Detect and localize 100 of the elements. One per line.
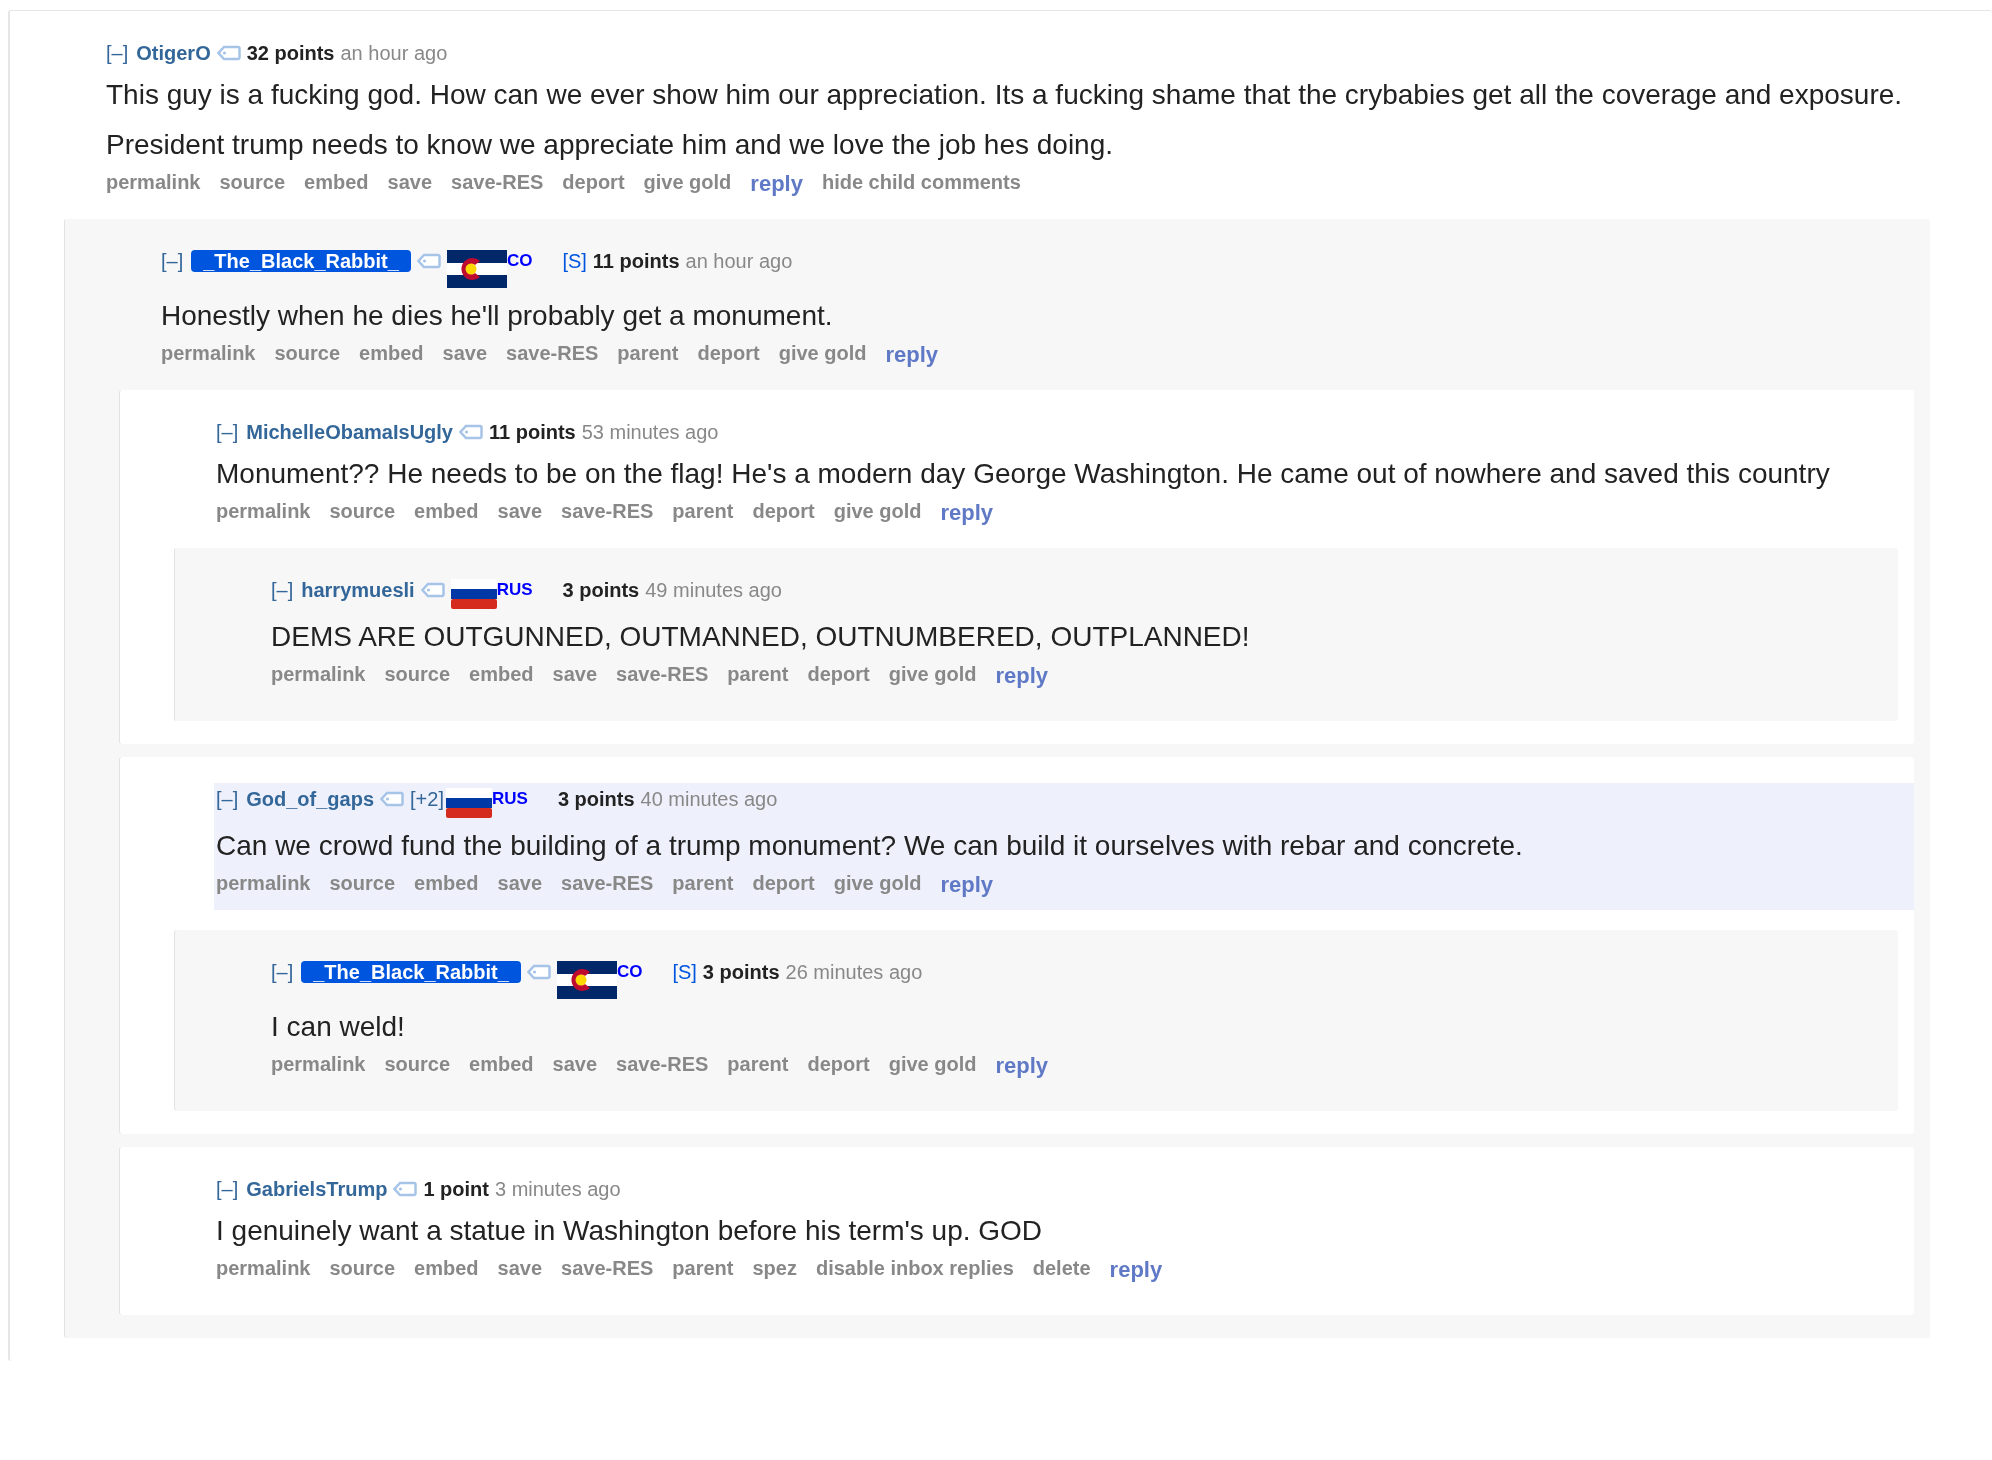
action-link[interactable]: give gold — [643, 171, 732, 197]
action-link[interactable]: give gold — [833, 872, 922, 898]
action-link[interactable]: parent — [727, 1053, 789, 1079]
action-link[interactable]: reply — [940, 500, 994, 526]
action-link[interactable]: give gold — [833, 500, 922, 526]
action-link[interactable]: embed — [469, 1053, 534, 1079]
comment-text: This guy is a fucking god. How can we ever show him our appreciation. Its a fucking shame that the crybabies get all the coverage and exposure. — [106, 78, 1904, 112]
score-text: 11 points — [489, 421, 576, 443]
action-link[interactable]: source — [329, 872, 396, 898]
action-link[interactable]: spez — [752, 1257, 797, 1283]
action-link[interactable]: save — [497, 1257, 543, 1283]
action-link[interactable]: reply — [750, 171, 803, 197]
author-link[interactable]: MichelleObamaIsUgly — [246, 421, 453, 443]
action-link[interactable]: permalink — [271, 1053, 366, 1079]
action-link[interactable]: embed — [414, 1257, 479, 1283]
action-link[interactable]: deport — [807, 1053, 870, 1079]
action-link[interactable]: source — [219, 171, 286, 197]
flair-text: RUS — [491, 789, 528, 808]
action-link[interactable]: give gold — [778, 342, 867, 368]
action-link[interactable]: parent — [672, 872, 734, 898]
action-link[interactable]: reply — [885, 342, 939, 368]
action-link[interactable]: save — [497, 872, 543, 898]
action-link[interactable]: embed — [414, 872, 479, 898]
action-link[interactable]: save — [552, 663, 598, 689]
action-link[interactable]: deport — [752, 500, 815, 526]
action-link[interactable]: save-RES — [616, 663, 709, 689]
action-link[interactable]: source — [329, 500, 396, 526]
action-link[interactable]: deport — [697, 342, 760, 368]
collapse-toggle[interactable]: [–] — [106, 42, 129, 64]
action-link[interactable]: deport — [807, 663, 870, 689]
collapse-toggle[interactable]: [–] — [216, 788, 239, 810]
action-link[interactable]: reply — [1109, 1257, 1163, 1283]
action-link[interactable]: reply — [940, 872, 994, 898]
submitter-tag: [S] — [562, 250, 587, 272]
action-link[interactable]: permalink — [271, 663, 366, 689]
author-link[interactable]: God_of_gaps — [246, 788, 375, 810]
action-link[interactable]: parent — [727, 663, 789, 689]
action-link[interactable]: save-RES — [561, 500, 654, 526]
action-link[interactable]: disable inbox replies — [815, 1257, 1014, 1283]
submitter-tag: [S] — [672, 961, 697, 983]
vote-tag: [+2] — [410, 788, 444, 810]
action-link[interactable]: save-RES — [561, 872, 654, 898]
action-link[interactable]: embed — [359, 342, 424, 368]
action-link[interactable]: save-RES — [506, 342, 599, 368]
tag-icon — [420, 582, 445, 598]
timestamp: 49 minutes ago — [645, 579, 782, 601]
author-link[interactable]: _The_Black_Rabbit_ — [191, 250, 411, 272]
action-link[interactable]: source — [274, 342, 341, 368]
action-link[interactable]: reply — [995, 1053, 1049, 1079]
collapse-toggle[interactable]: [–] — [216, 421, 239, 443]
author-link[interactable]: _The_Black_Rabbit_ — [301, 961, 521, 983]
action-link[interactable]: source — [329, 1257, 396, 1283]
action-link[interactable]: save — [497, 500, 543, 526]
action-link[interactable]: permalink — [216, 1257, 311, 1283]
action-link[interactable]: embed — [304, 171, 369, 197]
collapse-toggle[interactable]: [–] — [161, 250, 184, 272]
timestamp: 40 minutes ago — [640, 788, 778, 810]
comment-text: I genuinely want a statue in Washington before his term's up. GOD — [216, 1214, 1044, 1248]
action-link[interactable]: source — [384, 1053, 451, 1079]
flag-icon — [450, 579, 497, 609]
action-link[interactable]: save — [387, 171, 433, 197]
collapse-toggle[interactable]: [–] — [271, 961, 294, 983]
comment-text: Honestly when he dies he'll probably get a monument. — [161, 299, 834, 333]
action-link[interactable]: embed — [469, 663, 534, 689]
comment-text: President trump needs to know we appreciate him and we love the job hes doing. — [106, 128, 1115, 162]
author-link[interactable]: harrymuesli — [301, 579, 415, 601]
action-link[interactable]: embed — [414, 500, 479, 526]
action-link[interactable]: save-RES — [561, 1257, 654, 1283]
action-link[interactable]: delete — [1032, 1257, 1091, 1283]
flag-icon — [556, 961, 617, 999]
action-link[interactable]: permalink — [106, 171, 201, 197]
flair-text: RUS — [496, 580, 533, 599]
score-text: 3 points — [702, 961, 780, 983]
action-link[interactable]: reply — [995, 663, 1049, 689]
action-link[interactable]: permalink — [216, 500, 311, 526]
comment-text: I can weld! — [271, 1010, 406, 1044]
action-link[interactable]: permalink — [161, 342, 256, 368]
collapse-toggle[interactable]: [–] — [271, 579, 294, 601]
timestamp: an hour ago — [340, 42, 448, 64]
action-link[interactable]: parent — [672, 500, 734, 526]
action-link[interactable]: deport — [752, 872, 815, 898]
action-link[interactable]: parent — [617, 342, 679, 368]
action-link[interactable]: source — [384, 663, 451, 689]
tag-icon — [459, 424, 483, 440]
author-link[interactable]: GabrielsTrump — [246, 1178, 388, 1200]
tag-icon — [416, 253, 441, 269]
timestamp: 26 minutes ago — [785, 961, 923, 983]
action-link[interactable]: save — [442, 342, 488, 368]
author-link[interactable]: OtigerO — [136, 42, 211, 64]
action-link[interactable]: hide child comments — [821, 171, 1021, 197]
action-link[interactable]: save-RES — [451, 171, 544, 197]
action-link[interactable]: deport — [562, 171, 625, 197]
action-link[interactable]: permalink — [216, 872, 311, 898]
action-link[interactable]: give gold — [888, 663, 977, 689]
action-link[interactable]: give gold — [888, 1053, 977, 1079]
action-link[interactable]: save — [552, 1053, 598, 1079]
tag-icon — [216, 45, 241, 61]
collapse-toggle[interactable]: [–] — [216, 1178, 239, 1200]
action-link[interactable]: parent — [672, 1257, 734, 1283]
action-link[interactable]: save-RES — [616, 1053, 709, 1079]
